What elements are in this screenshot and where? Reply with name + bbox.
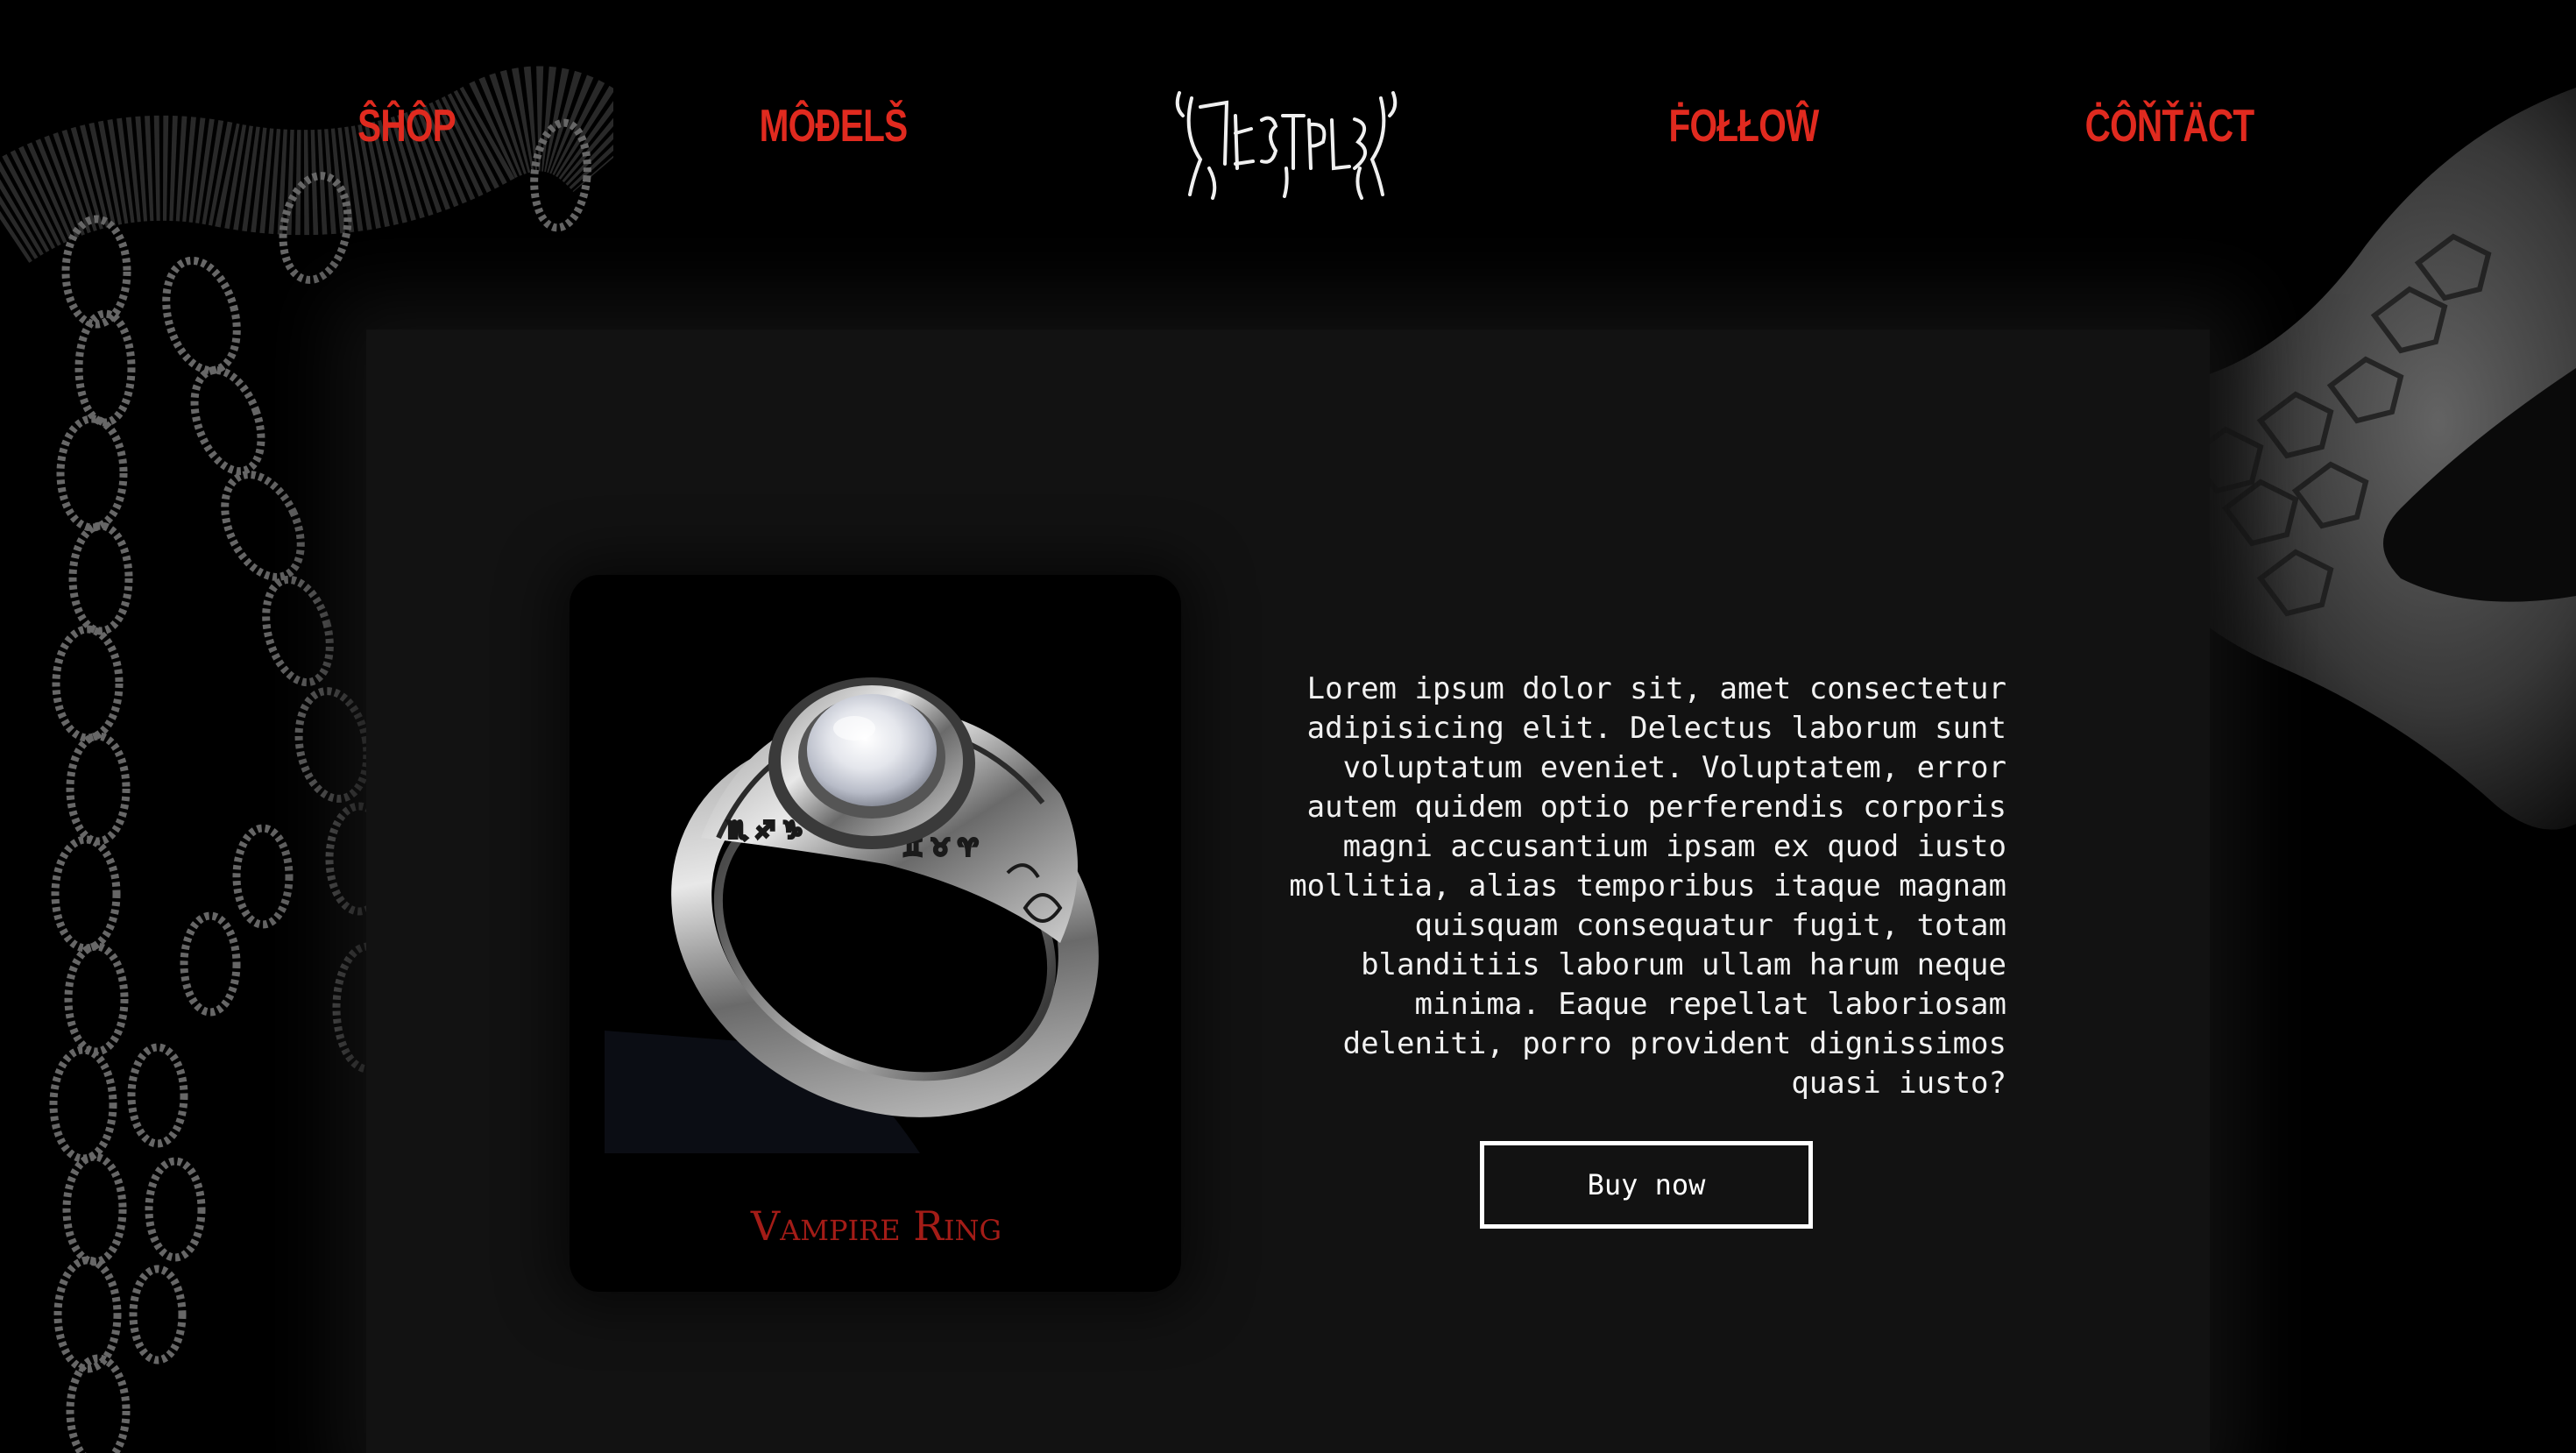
nav-link-contact[interactable]: ĊÔŇŤÄCT: [2061, 103, 2277, 149]
product-card[interactable]: ♏ ♐ ♑ ♊ ♉ ♈: [570, 575, 1181, 1292]
silver-moonstone-ring-icon: ♏ ♐ ♑ ♊ ♉ ♈: [605, 677, 1099, 1153]
nav-link-shop[interactable]: ŜĤÔP: [343, 103, 469, 149]
top-navigation: ŜĤÔP MÔĐELŠ ḞOŁŁOŴ ĊÔŇŤÄCT: [0, 0, 2576, 263]
nav-link-label: ŜĤÔP: [357, 101, 456, 152]
buy-now-button[interactable]: Buy now: [1480, 1141, 1813, 1229]
nav-link-label: ḞOŁŁOŴ: [1668, 101, 1819, 152]
nav-link-label: ĊÔŇŤÄCT: [2084, 101, 2255, 152]
band-logo-icon[interactable]: [1174, 81, 1398, 200]
nav-link-models[interactable]: MÔĐELŠ: [739, 103, 928, 149]
nav-link-follow[interactable]: ḞOŁŁOŴ: [1647, 103, 1839, 149]
nav-link-label: MÔĐELŠ: [759, 101, 909, 152]
svg-text:♏ ♐ ♑: ♏ ♐ ♑: [727, 818, 803, 844]
page: ŜĤÔP MÔĐELŠ ḞOŁŁOŴ ĊÔŇŤÄCT ♏ ♐ ♑ ♊ ♉ ♈ V…: [0, 0, 2576, 1453]
product-description: Lorem ipsum dolor sit, amet consectetur …: [1289, 671, 2006, 1101]
